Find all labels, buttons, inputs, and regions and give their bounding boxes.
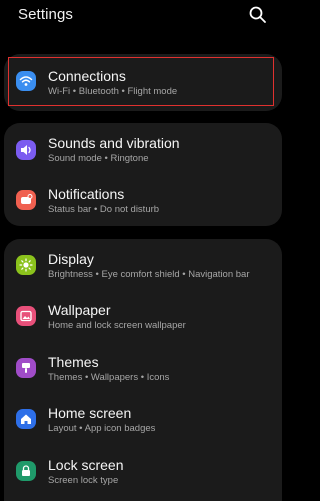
settings-item-subtitle: Themes • Wallpapers • Icons <box>48 372 170 383</box>
settings-item-subtitle: Screen lock type <box>48 475 119 486</box>
settings-item-lock-screen[interactable]: Lock screen Screen lock type <box>4 445 282 501</box>
settings-item-subtitle: Home and lock screen wallpaper <box>48 320 186 331</box>
settings-item-label: Themes <box>48 354 99 370</box>
settings-item-home-screen[interactable]: Home screen Layout • App icon badges <box>4 393 282 445</box>
image-icon <box>16 306 36 326</box>
header: Settings <box>0 0 285 32</box>
page-title: Settings <box>18 6 73 23</box>
settings-item-subtitle: Brightness • Eye comfort shield • Naviga… <box>48 269 250 280</box>
notification-icon <box>16 190 36 210</box>
lock-icon <box>16 461 36 481</box>
settings-item-subtitle: Layout • App icon badges <box>48 423 156 434</box>
settings-item-label: Sounds and vibration <box>48 135 180 151</box>
volume-icon <box>16 140 36 160</box>
settings-item-label: Lock screen <box>48 457 124 473</box>
search-icon[interactable] <box>248 5 268 25</box>
brush-icon <box>16 358 36 378</box>
settings-item-notifications[interactable]: Notifications Status bar • Do not distur… <box>4 174 282 226</box>
highlight-box <box>8 57 274 106</box>
settings-item-label: Notifications <box>48 186 125 202</box>
sun-icon <box>16 255 36 275</box>
settings-item-display[interactable]: Display Brightness • Eye comfort shield … <box>4 239 282 290</box>
settings-item-label: Display <box>48 251 94 267</box>
settings-item-subtitle: Sound mode • Ringtone <box>48 153 149 164</box>
display-card: Display Brightness • Eye comfort shield … <box>4 239 282 501</box>
settings-item-subtitle: Status bar • Do not disturb <box>48 204 160 215</box>
sound-notification-card: Sounds and vibration Sound mode • Ringto… <box>4 123 282 226</box>
home-icon <box>16 409 36 429</box>
settings-item-sounds[interactable]: Sounds and vibration Sound mode • Ringto… <box>4 123 282 174</box>
settings-item-label: Wallpaper <box>48 302 111 318</box>
settings-item-wallpaper[interactable]: Wallpaper Home and lock screen wallpaper <box>4 290 282 342</box>
settings-item-label: Home screen <box>48 405 132 421</box>
settings-item-themes[interactable]: Themes Themes • Wallpapers • Icons <box>4 342 282 393</box>
